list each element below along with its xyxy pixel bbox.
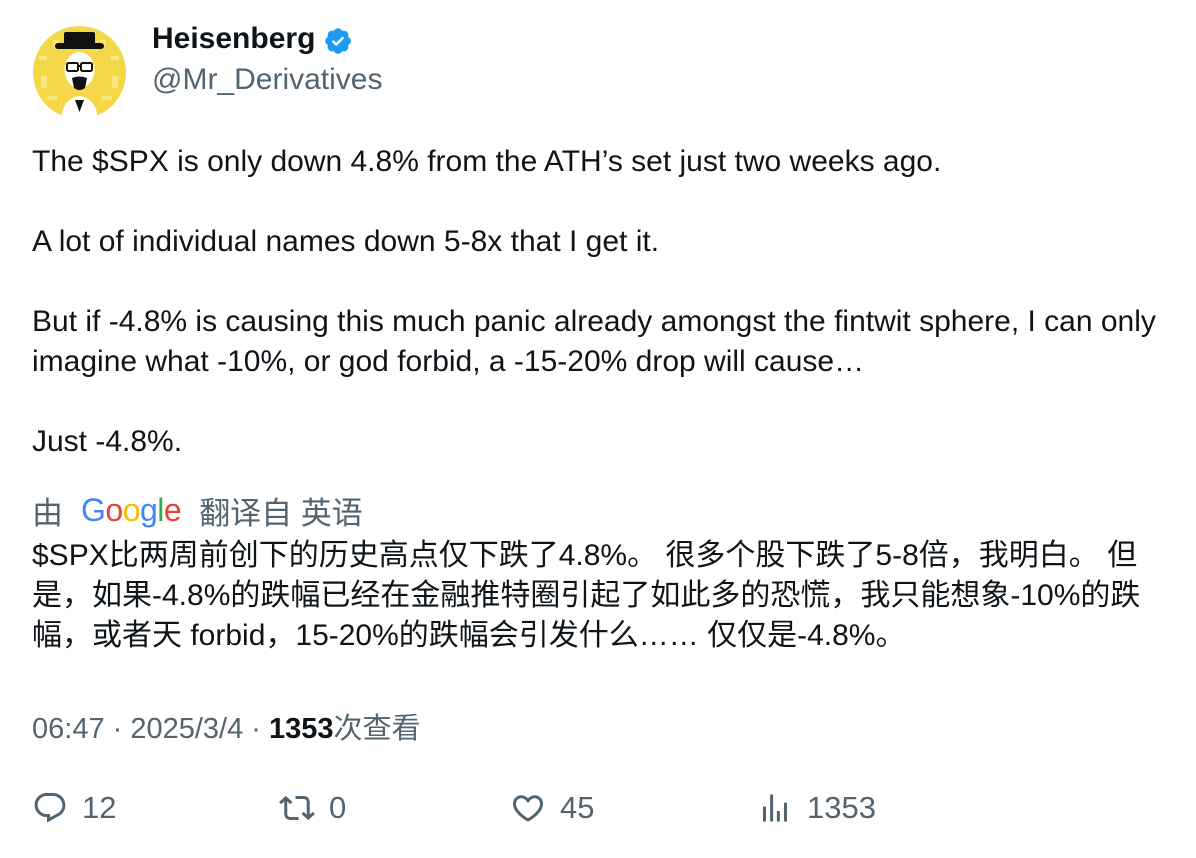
like-button[interactable]: 45: [510, 790, 594, 826]
translated-by-suffix: 翻译自 英语: [199, 496, 363, 531]
heart-icon: [512, 795, 544, 822]
tweet-paragraph: A lot of individual names down 5-8x that…: [32, 225, 660, 258]
views-action-count: 1353: [807, 790, 876, 825]
google-logo: Google: [81, 492, 182, 528]
translated-by-prefix: 由: [32, 496, 63, 531]
avatar[interactable]: [33, 26, 126, 119]
tweet-paragraph: The $SPX is only down 4.8% from the ATH’…: [32, 145, 942, 178]
tweet-paragraph: But if -4.8% is causing this much panic …: [32, 305, 1156, 378]
like-count: 45: [560, 790, 595, 825]
tweet-text: The $SPX is only down 4.8% from the ATH’…: [32, 142, 1172, 462]
views-label: 次查看: [333, 713, 421, 745]
tweet-meta: 06:47 · 2025/3/4 · 1353次查看: [32, 705, 421, 747]
author-name-row: Heisenberg: [152, 22, 353, 56]
reply-count: 12: [82, 790, 117, 825]
tweet-date[interactable]: 2025/3/4: [130, 713, 243, 745]
display-name[interactable]: Heisenberg: [152, 22, 315, 56]
views-bar-chart-icon: [763, 794, 787, 822]
translated-by-google-link[interactable]: 由 Google 翻译自 英语: [32, 488, 363, 533]
tweet-time[interactable]: 06:47: [32, 713, 105, 745]
author-handle[interactable]: @Mr_Derivatives: [152, 63, 383, 97]
views-button[interactable]: 1353: [757, 790, 876, 826]
views-count: 1353: [269, 713, 334, 745]
tweet-card: Heisenberg @Mr_Derivatives The $SPX is o…: [0, 0, 1196, 858]
verified-badge-icon: [323, 26, 353, 56]
retweet-icon: [279, 795, 315, 821]
retweet-button[interactable]: 0: [279, 790, 346, 826]
retweet-count: 0: [329, 790, 347, 825]
meta-separator: ·: [104, 713, 131, 745]
reply-button[interactable]: 12: [32, 790, 116, 826]
meta-separator: ·: [243, 713, 270, 745]
translated-text: $SPX比两周前创下的历史高点仅下跌了4.8%。 很多个股下跌了5-8倍，我明白…: [32, 539, 1141, 652]
tweet-paragraph: Just -4.8%.: [32, 425, 183, 458]
heisenberg-avatar-icon: [33, 26, 126, 119]
action-bar: 12 0 45 1353: [0, 790, 1196, 834]
reply-icon: [34, 793, 66, 823]
